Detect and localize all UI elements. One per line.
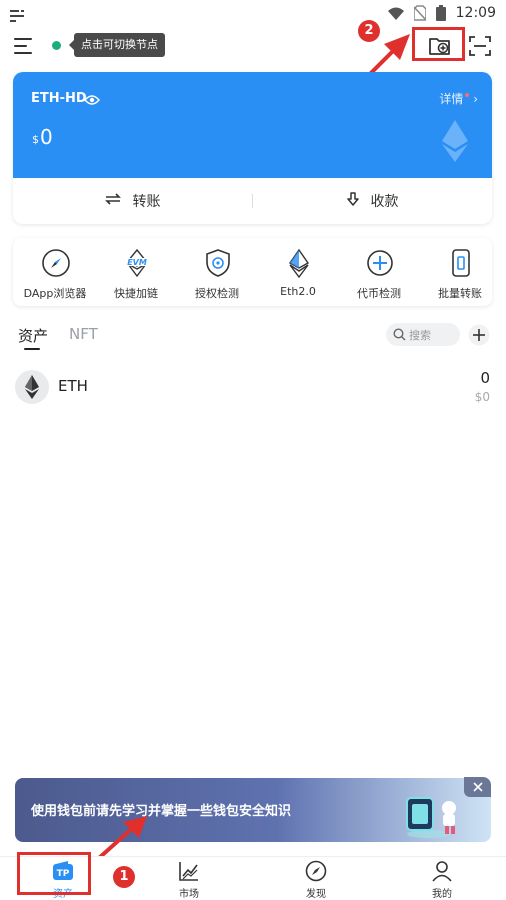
banner-close-button[interactable] — [464, 777, 491, 797]
tool-label: 批量转账 — [438, 287, 482, 300]
tool-label: DApp浏览器 — [23, 287, 87, 300]
annotation-badge-1: 1 — [113, 866, 135, 888]
token-fiat-value: $0 — [474, 390, 490, 404]
transfer-button[interactable]: 转账 — [13, 178, 252, 224]
token-row[interactable]: ETH 0 $0 — [0, 364, 506, 410]
tool-batch-transfer[interactable]: 批量转账 — [420, 238, 500, 306]
discover-icon — [305, 860, 327, 882]
nav-label: 发现 — [306, 889, 326, 900]
eth-icon — [288, 248, 310, 278]
tool-token-check[interactable]: 代币检测 — [339, 238, 419, 306]
search-placeholder: 搜索 — [409, 329, 431, 342]
evm-icon: EVM — [125, 248, 149, 278]
tab-nft[interactable]: NFT — [69, 325, 98, 343]
status-bar: 12:09 — [0, 0, 506, 28]
token-symbol: ETH — [58, 377, 88, 395]
wallet-summary[interactable]: ETH-HD 详情 › $ 0 — [13, 72, 492, 178]
tool-authorization-check[interactable]: 授权检测 — [177, 238, 257, 306]
annotation-highlight-2 — [412, 27, 465, 61]
tool-label: Eth2.0 — [280, 285, 316, 298]
top-bar: 点击可切换节点 2 — [0, 20, 506, 100]
search-icon — [393, 328, 406, 341]
batch-transfer-icon — [452, 249, 470, 277]
nav-label: 我的 — [432, 889, 452, 900]
annotation-arrow-1 — [97, 816, 147, 860]
annotation-highlight-1 — [17, 852, 91, 895]
receive-icon — [346, 192, 359, 210]
wifi-icon — [388, 6, 404, 25]
node-status-dot[interactable] — [52, 41, 61, 50]
detail-red-dot — [465, 93, 470, 97]
scan-icon[interactable] — [463, 31, 497, 61]
tool-label: 代币检测 — [357, 287, 401, 300]
wallet-card: ETH-HD 详情 › $ 0 转账 收款 — [13, 72, 492, 224]
add-token-button[interactable] — [468, 324, 490, 346]
tab-underline — [24, 348, 40, 350]
banner-text: 使用钱包前请先学习并掌握一些钱包安全知识 — [31, 804, 292, 819]
eth-watermark-icon — [442, 120, 468, 162]
no-sim-icon — [413, 5, 427, 25]
clock: 12:09 — [455, 5, 496, 21]
search-input[interactable]: 搜索 — [386, 323, 460, 346]
chevron-right-icon: › — [473, 92, 478, 106]
tab-assets[interactable]: 资产 — [18, 325, 48, 346]
balance-currency: $ — [32, 133, 39, 146]
tool-quick-add-chain[interactable]: EVM 快捷加链 — [96, 238, 176, 306]
shield-icon — [206, 249, 230, 277]
tool-label: 授权检测 — [195, 287, 239, 300]
receive-label: 收款 — [370, 194, 399, 210]
tool-dapp-browser[interactable]: DApp浏览器 — [15, 238, 95, 306]
wallet-name: ETH-HD — [31, 91, 87, 106]
svg-text:EVM: EVM — [127, 258, 147, 267]
tools-panel: DApp浏览器 EVM 快捷加链 授权检测 Eth2.0 代币检测 批量转账 — [13, 238, 492, 306]
tool-eth2[interactable]: Eth2.0 — [258, 238, 338, 306]
eth-token-icon — [15, 370, 49, 404]
nav-label: 市场 — [179, 889, 199, 900]
plus-icon — [468, 324, 490, 346]
nav-discover[interactable]: 发现 — [276, 857, 356, 900]
compass-icon — [42, 249, 70, 277]
receive-button[interactable]: 收款 — [253, 178, 492, 224]
wallet-balance: 0 — [40, 125, 53, 149]
node-tooltip: 点击可切换节点 — [69, 33, 165, 57]
notification-icon — [10, 7, 24, 26]
close-icon — [472, 782, 483, 792]
token-amount: 0 — [480, 369, 490, 387]
battery-icon — [436, 5, 446, 25]
profile-icon — [432, 861, 452, 882]
market-icon — [179, 862, 198, 881]
menu-icon[interactable] — [14, 36, 38, 56]
tool-label: 快捷加链 — [114, 287, 158, 300]
wallet-detail-link[interactable]: 详情 › — [439, 90, 478, 107]
token-check-icon — [367, 250, 393, 276]
transfer-label: 转账 — [132, 194, 161, 210]
security-tips-banner[interactable]: 使用钱包前请先学习并掌握一些钱包安全知识 — [15, 778, 491, 842]
eye-icon[interactable] — [84, 91, 100, 110]
nav-profile[interactable]: 我的 — [402, 857, 482, 900]
transfer-icon — [104, 193, 121, 209]
nav-market[interactable]: 市场 — [149, 857, 229, 900]
